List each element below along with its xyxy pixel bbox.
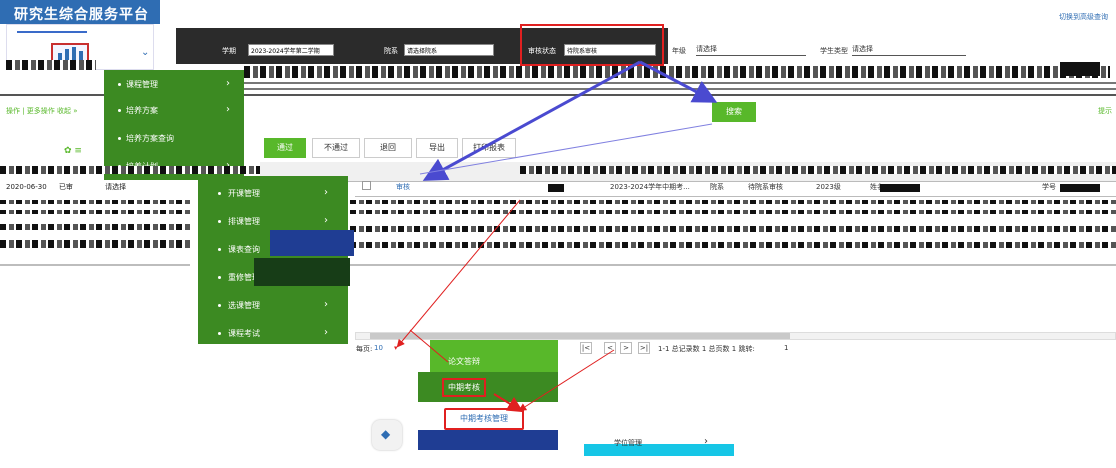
arrow-search-to-row: [419, 123, 713, 175]
annotation-arrows: [396, 60, 718, 413]
arrow-red-to-pager: [396, 199, 521, 348]
arrow-red-thin: [409, 329, 449, 363]
arrow-status-to-search: [639, 60, 718, 103]
arrow-status-to-audit: [422, 60, 641, 181]
arrow-red-to-midexam: [518, 349, 615, 412]
arrow-midexam-to-mgmt: [493, 393, 524, 413]
